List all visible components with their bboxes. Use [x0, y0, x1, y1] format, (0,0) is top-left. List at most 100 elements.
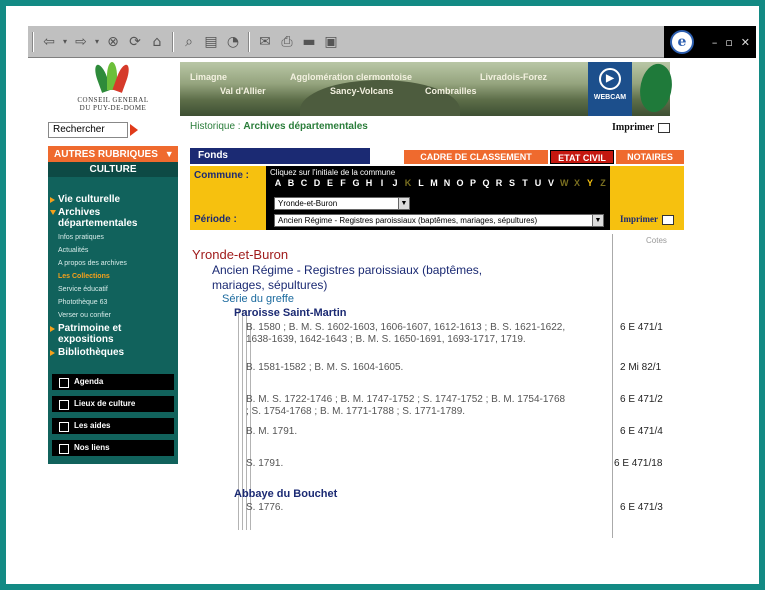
letter-link[interactable]: V: [547, 178, 555, 188]
letter-link[interactable]: B: [287, 178, 295, 188]
favorites-icon[interactable]: ▤: [201, 32, 221, 52]
record-text: B. M. S. 1722-1746 ; B. M. 1747-1752 ; S…: [246, 394, 566, 417]
logo-text: CONSEIL GENERAL DU PUY-DE-DOME: [48, 96, 178, 112]
record-text: S. 1791.: [246, 458, 284, 469]
dropdown-icon[interactable]: ▾: [61, 32, 69, 52]
banner-link[interactable]: Combrailles: [425, 86, 477, 96]
printer-icon: [662, 214, 674, 225]
chevron-down-icon: ▼: [164, 149, 174, 159]
site-logo[interactable]: CONSEIL GENERAL DU PUY-DE-DOME: [48, 62, 178, 118]
letter-link[interactable]: A: [274, 178, 282, 188]
refresh-icon[interactable]: ⟳: [125, 32, 145, 52]
record-text: B. 1580 ; B. M. S. 1602-1603, 1606-1607,…: [246, 322, 566, 345]
record-cote: 6 E 471/3: [620, 502, 663, 513]
toolbar-separator: [32, 31, 34, 52]
webcam-link[interactable]: ▶ WEBCAM: [588, 62, 632, 116]
result-parish: Abbaye du Bouchet: [234, 488, 338, 500]
letter-link[interactable]: C: [300, 178, 308, 188]
letter-link-disabled: K: [404, 178, 412, 188]
letter-link[interactable]: R: [495, 178, 503, 188]
banner-link[interactable]: Limagne: [190, 72, 227, 82]
letter-link[interactable]: F: [339, 178, 347, 188]
print-link[interactable]: Imprimer: [612, 122, 671, 133]
sidebar-subitem-active[interactable]: Les Collections: [48, 271, 178, 282]
letter-link[interactable]: I: [378, 178, 386, 188]
letter-link[interactable]: L: [417, 178, 425, 188]
printer-icon: [658, 122, 671, 133]
letter-link[interactable]: N: [443, 178, 451, 188]
close-icon[interactable]: ✕: [741, 36, 750, 49]
restore-icon[interactable]: ▫: [725, 36, 732, 49]
forward-icon[interactable]: ⇨: [71, 32, 91, 52]
sidebar-subitem[interactable]: Infos pratiques: [48, 232, 178, 243]
home-icon[interactable]: ⌂: [147, 32, 167, 52]
browser-toolbar: ⇦ ▾ ⇨ ▾ ⊗ ⟳ ⌂ ⌕ ▤ ◔ ✉ ⎙ ▬ ▣: [28, 26, 755, 58]
letter-link[interactable]: J: [391, 178, 399, 188]
edit-icon[interactable]: ▬: [299, 32, 319, 52]
autres-label: AUTRES RUBRIQUES: [54, 149, 158, 160]
sidebar-item-vie-culturelle[interactable]: Vie culturelle: [48, 194, 178, 205]
back-icon[interactable]: ⇦: [39, 32, 59, 52]
banner-link[interactable]: Val d'Allier: [220, 86, 266, 96]
periode-label: Période :: [194, 214, 237, 225]
print-icon[interactable]: ⎙: [277, 32, 297, 52]
letter-link[interactable]: M: [430, 178, 438, 188]
tab-notaires[interactable]: NOTAIRES: [616, 150, 684, 164]
sidebar-item-patrimoine[interactable]: Patrimoine et expositions: [48, 323, 178, 345]
discuss-icon[interactable]: ▣: [321, 32, 341, 52]
search-input[interactable]: Rechercher: [48, 122, 128, 138]
letter-link[interactable]: H: [365, 178, 373, 188]
record-text: S. 1776.: [246, 502, 284, 513]
commune-select-value: Yronde-et-Buron: [278, 199, 338, 208]
sidebar-item-bibliotheques[interactable]: Bibliothèques: [48, 347, 178, 358]
agenda-button[interactable]: Agenda: [52, 374, 174, 390]
result-commune: Yronde-et-Buron: [192, 247, 289, 262]
result-period-line-1: Ancien Régime - Registres paroissiaux (b…: [212, 263, 483, 277]
letter-link-selected[interactable]: Y: [586, 178, 594, 188]
letter-link[interactable]: S: [508, 178, 516, 188]
sidebar-item-archives[interactable]: Archives départementales: [48, 207, 178, 229]
autres-rubriques-dropdown[interactable]: AUTRES RUBRIQUES ▼: [48, 146, 178, 162]
periode-select[interactable]: Ancien Régime - Registres paroissiaux (b…: [274, 214, 604, 227]
result-series: Série du greffe: [222, 293, 294, 305]
section-title: CULTURE: [48, 162, 178, 177]
periode-select-value: Ancien Régime - Registres paroissiaux (b…: [278, 216, 538, 225]
sidebar-subitem[interactable]: Service éducatif: [48, 284, 178, 295]
sidebar-subitem[interactable]: Photothèque 63: [48, 297, 178, 308]
banner-link[interactable]: Sancy-Volcans: [330, 86, 393, 96]
history-icon[interactable]: ◔: [223, 32, 243, 52]
letter-link[interactable]: Q: [482, 178, 490, 188]
banner-link[interactable]: Livradois-Forez: [480, 72, 547, 82]
banner-link[interactable]: Agglomération clermontoise: [290, 72, 412, 82]
tab-cadre-de-classement[interactable]: CADRE DE CLASSEMENT: [404, 150, 548, 164]
breadcrumb-current[interactable]: Archives départementales: [243, 121, 368, 132]
minimize-icon[interactable]: –: [712, 36, 718, 49]
record-cote: 6 E 471/2: [620, 394, 663, 405]
letter-link[interactable]: U: [534, 178, 542, 188]
logo-leaves-icon: [92, 62, 133, 93]
letter-link[interactable]: G: [352, 178, 360, 188]
print-link[interactable]: Imprimer: [620, 214, 674, 225]
toolbar-separator: [248, 31, 250, 52]
dropdown-icon[interactable]: ▾: [93, 32, 101, 52]
les-aides-button[interactable]: Les aides: [52, 418, 174, 434]
letter-link[interactable]: E: [326, 178, 334, 188]
search-icon[interactable]: ⌕: [179, 32, 199, 52]
sidebar: AUTRES RUBRIQUES ▼ CULTURE Vie culturell…: [48, 146, 178, 464]
breadcrumb-prefix: Historique :: [190, 121, 244, 132]
letter-link[interactable]: O: [456, 178, 464, 188]
lieux-de-culture-button[interactable]: Lieux de culture: [52, 396, 174, 412]
sidebar-subitem[interactable]: Verser ou confier: [48, 310, 178, 321]
tab-etat-civil[interactable]: ETAT CIVIL: [550, 150, 614, 164]
letter-link[interactable]: D: [313, 178, 321, 188]
nos-liens-button[interactable]: Nos liens: [52, 440, 174, 456]
sidebar-subitem[interactable]: Actualités: [48, 245, 178, 256]
commune-select[interactable]: Yronde-et-Buron ▼: [274, 197, 410, 210]
stop-icon[interactable]: ⊗: [103, 32, 123, 52]
search-go-icon[interactable]: [130, 124, 138, 136]
letter-link[interactable]: P: [469, 178, 477, 188]
letter-link-disabled: X: [573, 178, 580, 188]
sidebar-subitem[interactable]: A propos des archives: [48, 258, 178, 269]
letter-link[interactable]: T: [521, 178, 529, 188]
mail-icon[interactable]: ✉: [255, 32, 275, 52]
